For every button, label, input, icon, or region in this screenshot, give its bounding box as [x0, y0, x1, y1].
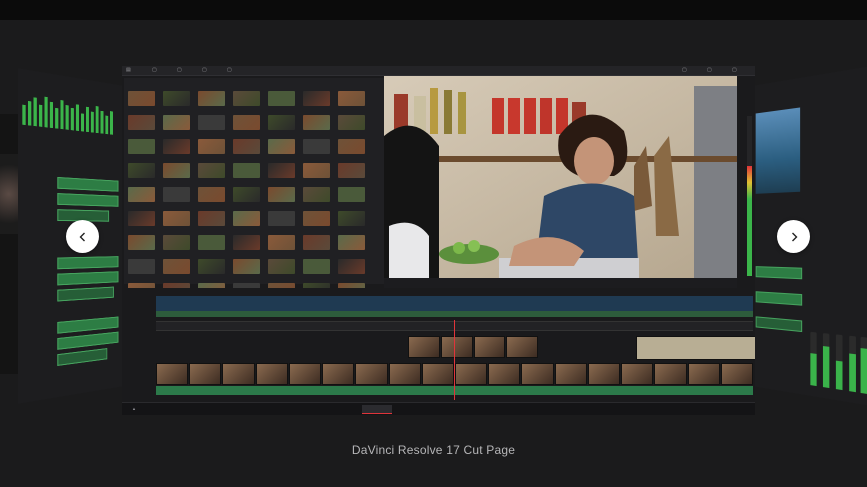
- video-track-2: [408, 336, 538, 358]
- media-thumbnail: [128, 91, 155, 106]
- media-thumbnail: [163, 91, 190, 106]
- media-thumbnail: [163, 115, 190, 130]
- media-thumbnail: [338, 187, 365, 202]
- media-thumbnail: [163, 211, 190, 226]
- media-thumbnail: [303, 139, 330, 154]
- viewer-transport-bar: [384, 278, 737, 288]
- media-thumbnail: [128, 115, 155, 130]
- slide-caption: DaVinci Resolve 17 Cut Page: [351, 443, 516, 457]
- page-selector-bar: ▲: [122, 402, 755, 415]
- media-thumbnail: [338, 115, 365, 130]
- media-thumbnail: [128, 235, 155, 250]
- media-thumbnail: [163, 139, 190, 154]
- chevron-right-icon: [791, 232, 797, 241]
- media-thumbnail: [233, 211, 260, 226]
- media-thumbnail: [338, 139, 365, 154]
- media-thumbnail: [338, 259, 365, 274]
- media-thumbnail: [163, 163, 190, 178]
- media-thumbnail: [268, 91, 295, 106]
- viewer-frame: [384, 76, 737, 278]
- media-thumbnail: [338, 91, 365, 106]
- media-thumbnail: [268, 211, 295, 226]
- media-thumbnail: [338, 235, 365, 250]
- app-screenshot: ▤ ▢ ▢ ▢ ▢ ▢ ▢ ▢ ▲: [122, 66, 755, 415]
- media-thumbnail: [128, 259, 155, 274]
- media-thumbnail: [303, 91, 330, 106]
- media-thumbnail: [338, 211, 365, 226]
- media-thumbnail: [303, 187, 330, 202]
- media-thumbnail: [268, 115, 295, 130]
- media-thumbnail: [233, 139, 260, 154]
- media-thumbnail: [303, 115, 330, 130]
- media-thumbnail: [233, 91, 260, 106]
- media-thumbnail: [128, 211, 155, 226]
- carousel-next-button[interactable]: [777, 220, 810, 253]
- media-thumbnail: [198, 235, 225, 250]
- media-thumbnail: [233, 187, 260, 202]
- media-thumbnail: [198, 211, 225, 226]
- media-thumbnail: [233, 259, 260, 274]
- media-thumbnail: [233, 235, 260, 250]
- media-thumbnail: [163, 235, 190, 250]
- app-toolbar: ▤ ▢ ▢ ▢ ▢ ▢ ▢ ▢: [122, 66, 755, 76]
- media-thumbnail: [128, 163, 155, 178]
- playhead: [454, 320, 455, 400]
- media-thumbnail: [268, 139, 295, 154]
- title-clip: [636, 336, 755, 360]
- media-thumbnail: [163, 259, 190, 274]
- media-thumbnail: [128, 187, 155, 202]
- media-thumbnail: [198, 115, 225, 130]
- media-thumbnail: [268, 187, 295, 202]
- media-thumbnail: [198, 187, 225, 202]
- video-viewer: [384, 76, 737, 278]
- media-thumbnail: [198, 259, 225, 274]
- audio-meter-left: [747, 116, 752, 276]
- carousel-prev-button[interactable]: [66, 220, 99, 253]
- media-thumbnail: [233, 115, 260, 130]
- media-thumbnail: [303, 259, 330, 274]
- media-thumbnail: [198, 163, 225, 178]
- upper-timeline-audio: [156, 311, 753, 317]
- timeline: [122, 288, 755, 415]
- chevron-left-icon: [79, 232, 85, 241]
- media-thumbnail: [338, 163, 365, 178]
- media-thumbnail: [268, 235, 295, 250]
- media-thumbnail: [163, 187, 190, 202]
- media-thumbnail: [268, 259, 295, 274]
- top-bar: [0, 0, 867, 20]
- media-thumbnail: [233, 163, 260, 178]
- media-thumbnail: [268, 163, 295, 178]
- media-thumbnail: [198, 91, 225, 106]
- media-pool: [124, 78, 384, 322]
- media-thumbnail: [303, 235, 330, 250]
- media-thumbnail: [303, 163, 330, 178]
- media-thumbnail: [198, 139, 225, 154]
- media-thumbnail: [128, 139, 155, 154]
- media-thumbnail: [303, 211, 330, 226]
